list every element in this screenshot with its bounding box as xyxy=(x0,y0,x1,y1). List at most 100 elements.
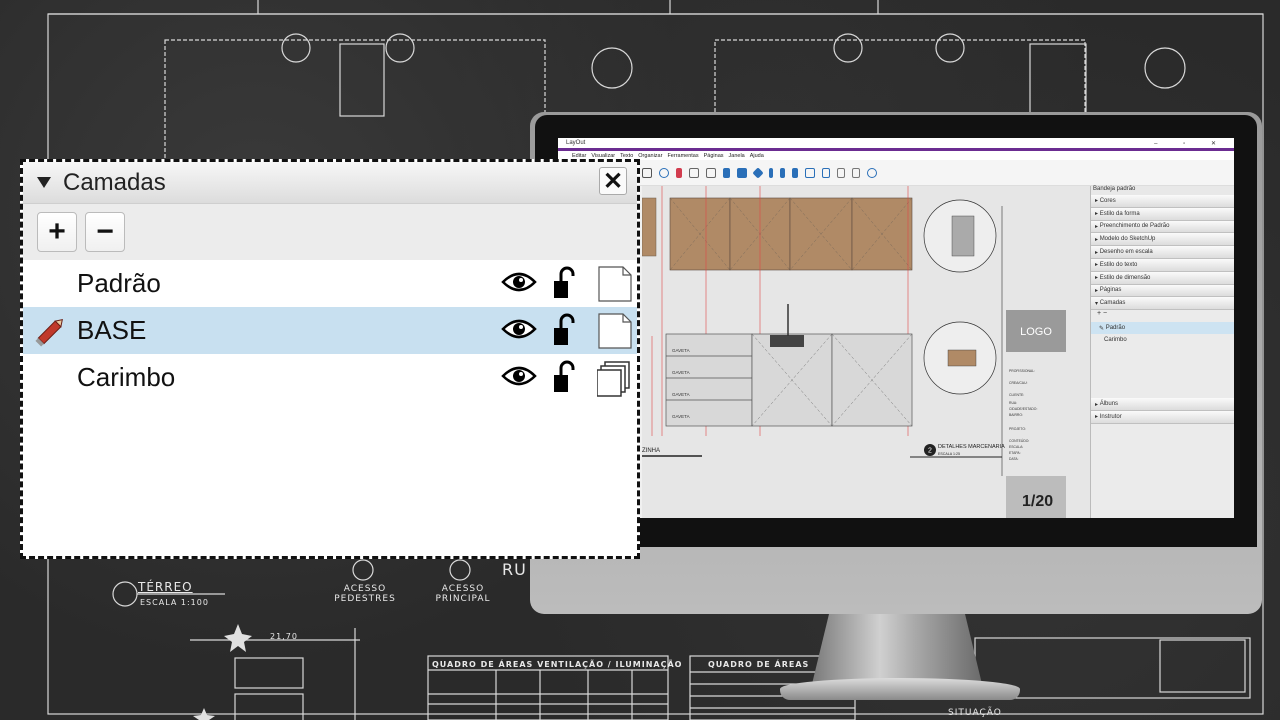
sample-icon[interactable] xyxy=(780,167,785,178)
drawer-label: GAVETA xyxy=(672,392,690,397)
shape-tool-icon[interactable] xyxy=(642,167,652,178)
layer-name[interactable]: BASE xyxy=(77,315,146,346)
access-pedestrian-label: ACESSO PEDESTRES xyxy=(334,584,396,604)
page-icon-2[interactable] xyxy=(852,167,860,178)
page-number: 1/20 xyxy=(1022,493,1053,510)
detail-scale: ESCALA 1:25 xyxy=(938,452,960,456)
default-tray: Bandeja padrão ▸ Cores ▸ Estilo da forma… xyxy=(1090,186,1234,518)
menu-item[interactable]: Visualizar xyxy=(591,153,615,159)
tray-panel-dimension-style[interactable]: ▸ Estilo de dimensão xyxy=(1091,271,1234,285)
app-title: LayOut xyxy=(566,140,586,146)
split-icon[interactable] xyxy=(792,167,798,178)
page-icon[interactable] xyxy=(597,265,633,303)
app-titlebar: LayOut – ▫ ✕ xyxy=(558,138,1234,148)
window-controls[interactable]: – ▫ ✕ xyxy=(1154,140,1228,147)
tray-panel-pattern-fill[interactable]: ▸ Preenchimento de Padrão xyxy=(1091,220,1234,234)
svg-text:ETAPA:: ETAPA: xyxy=(1009,451,1021,455)
svg-text:CONTEÚDO:: CONTEÚDO: xyxy=(1009,438,1029,443)
access-main-label: ACESSO PRINCIPAL xyxy=(435,584,491,604)
menu-item[interactable]: Ajuda xyxy=(750,153,764,159)
visibility-eye-icon[interactable] xyxy=(501,269,537,295)
tray-panel-scaled-drawing[interactable]: ▸ Desenho em escala xyxy=(1091,246,1234,259)
svg-text:RUA:: RUA: xyxy=(1009,401,1017,405)
layer-name[interactable]: Carimbo xyxy=(77,362,175,393)
detail-title: DETALHES MARCENARIA xyxy=(938,444,1005,450)
tray-panel-colors[interactable]: ▸ Cores xyxy=(1091,195,1234,208)
svg-text:DATA:: DATA: xyxy=(1009,457,1019,461)
add-layer-button[interactable]: + xyxy=(37,212,77,252)
drawer-label: GAVETA xyxy=(672,370,690,375)
svg-text:CIDADE/ESTADO:: CIDADE/ESTADO: xyxy=(1009,407,1037,411)
layout-app-window: LayOut – ▫ ✕ Editar Visualizar Texto Org… xyxy=(558,138,1234,518)
menu-bar: Editar Visualizar Texto Organizar Ferram… xyxy=(558,151,1234,160)
text-tool-icon[interactable] xyxy=(689,167,699,178)
unlock-icon[interactable] xyxy=(551,360,581,394)
tray-panel-sketchup-model[interactable]: ▸ Modelo do SketchUp xyxy=(1091,233,1234,247)
drawing-canvas[interactable]: GAVETA GAVETA GAVETA GAVETA ZINHA LOGO P… xyxy=(641,186,1090,518)
menu-item[interactable]: Organizar xyxy=(638,153,662,159)
circle-tool-icon[interactable] xyxy=(659,167,669,178)
svg-text:CREA/CAU:: CREA/CAU: xyxy=(1009,381,1028,385)
close-button[interactable]: ✕ xyxy=(599,167,627,195)
layer-name[interactable]: Padrão xyxy=(77,268,161,299)
kitchen-label: ZINHA xyxy=(642,448,660,454)
layers-panel-header[interactable]: Camadas ✕ xyxy=(23,162,637,204)
menu-item[interactable]: Páginas xyxy=(704,153,724,159)
tray-layer-buttons[interactable]: + − xyxy=(1091,310,1234,322)
area-table-title: QUADRO DE ÁREAS VENTILAÇÃO / ILUMINAÇÃO xyxy=(432,660,683,669)
collapse-triangle-icon[interactable] xyxy=(37,177,51,188)
tray-panel-instructor[interactable]: ▸ Instrutor xyxy=(1091,410,1234,424)
layers-panel-title: Camadas xyxy=(63,168,166,196)
area-table-title-2: QUADRO DE ÁREAS xyxy=(708,660,810,669)
svg-text:BAIRRO:: BAIRRO: xyxy=(1009,413,1023,417)
tray-panel-pages[interactable]: ▸ Páginas xyxy=(1091,284,1234,298)
street-label: RU xyxy=(502,560,527,579)
svg-text:CLIENTE:: CLIENTE: xyxy=(1009,393,1024,397)
layer-row-padrao[interactable]: Padrão xyxy=(23,260,637,307)
situacao-label: SITUAÇÃO xyxy=(948,708,1002,718)
svg-text:PROFISSIONAL:: PROFISSIONAL: xyxy=(1009,369,1035,373)
remove-layer-button[interactable]: − xyxy=(85,212,125,252)
layers-toolbar: + − xyxy=(23,204,637,260)
tool-bar xyxy=(558,160,1234,186)
detail-number: 2 xyxy=(928,448,932,455)
svg-text:ESCALA:: ESCALA: xyxy=(1009,445,1023,449)
tray-layer-row[interactable]: Carimbo xyxy=(1091,334,1234,346)
logo-placeholder: LOGO xyxy=(1020,326,1052,338)
fill-tool-icon[interactable] xyxy=(752,166,764,179)
move-tool-icon[interactable] xyxy=(723,167,730,178)
monitor-base xyxy=(780,678,1020,700)
active-pencil-icon xyxy=(35,319,63,347)
drawer-label: GAVETA xyxy=(672,414,690,419)
shared-pages-icon[interactable] xyxy=(597,359,633,397)
page-icon[interactable] xyxy=(597,312,633,350)
visibility-eye-icon[interactable] xyxy=(501,316,537,342)
menu-item[interactable]: Texto xyxy=(620,153,633,159)
add-page-icon[interactable] xyxy=(822,167,830,178)
monitor-stand xyxy=(812,614,982,684)
label-tool-icon[interactable] xyxy=(706,167,716,178)
eraser-tool-icon[interactable] xyxy=(676,167,682,178)
eyedropper-icon[interactable] xyxy=(769,167,773,178)
layer-row-carimbo[interactable]: Carimbo xyxy=(23,354,637,401)
tray-panel-albums[interactable]: ▸ Álbuns xyxy=(1091,398,1234,411)
unlock-icon[interactable] xyxy=(551,313,581,347)
dimension-label: 21,70 xyxy=(270,632,298,641)
tray-panel-layers[interactable]: ▾ Camadas xyxy=(1091,297,1234,311)
menu-item[interactable]: Janela xyxy=(729,153,745,159)
page-icon[interactable] xyxy=(837,167,845,178)
drawer-label: GAVETA xyxy=(672,348,690,353)
table-tool-icon[interactable] xyxy=(737,167,747,178)
tray-title: Bandeja padrão xyxy=(1091,186,1234,195)
visibility-eye-icon[interactable] xyxy=(501,363,537,389)
screen-icon[interactable] xyxy=(805,167,815,178)
account-icon[interactable] xyxy=(867,167,877,178)
unlock-icon[interactable] xyxy=(551,266,581,300)
menu-item[interactable]: Editar xyxy=(572,153,586,159)
menu-item[interactable]: Ferramentas xyxy=(667,153,698,159)
tray-layer-row[interactable]: ✎ Padrão xyxy=(1091,322,1234,335)
layer-row-base[interactable]: BASE xyxy=(23,307,637,354)
layers-panel: Camadas ✕ + − Padrão BASE Carimbo xyxy=(20,159,640,559)
tray-panel-shape-style[interactable]: ▸ Estilo da forma xyxy=(1091,207,1234,221)
tray-panel-text-style[interactable]: ▸ Estilo do texto xyxy=(1091,258,1234,272)
